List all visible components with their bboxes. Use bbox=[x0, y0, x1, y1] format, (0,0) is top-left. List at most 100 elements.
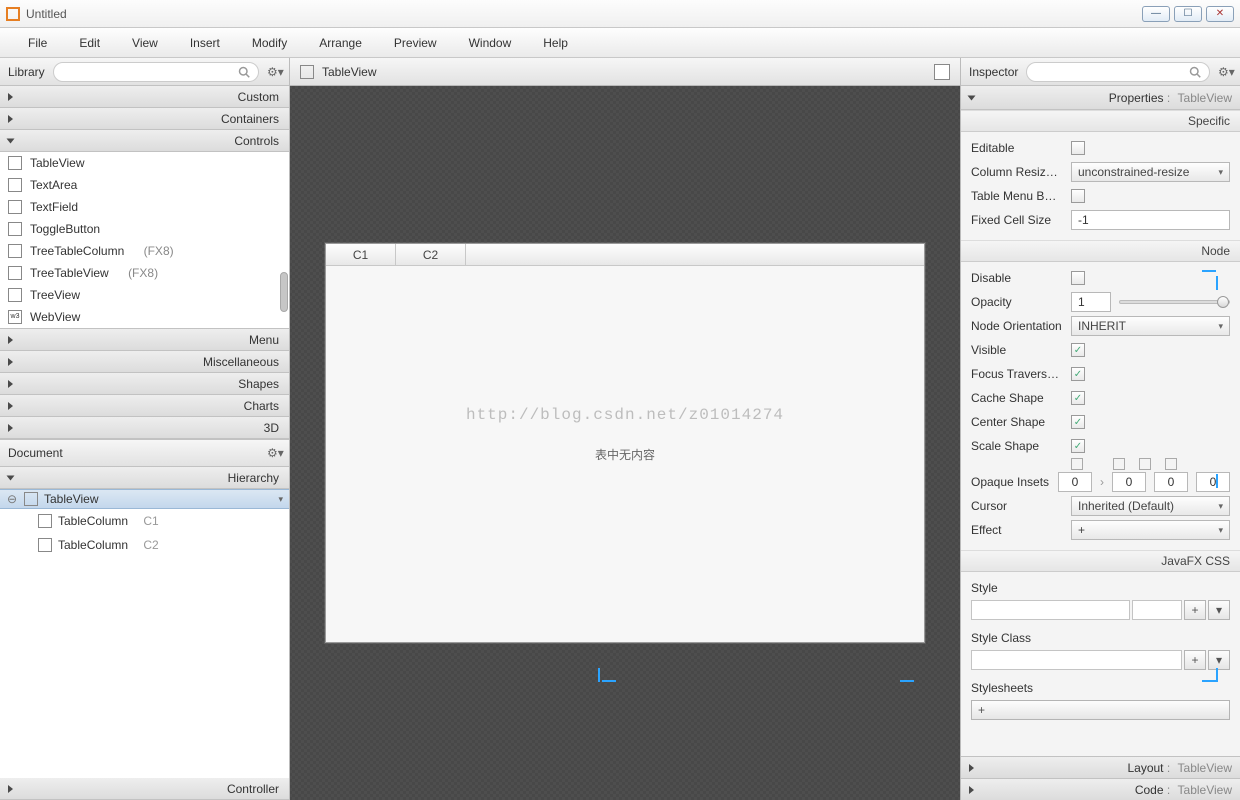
document-section-controller[interactable]: Controller bbox=[0, 778, 289, 800]
library-section-shapes[interactable]: Shapes bbox=[0, 373, 289, 395]
library-section-controls[interactable]: Controls bbox=[0, 130, 289, 152]
inspector-search[interactable] bbox=[1026, 62, 1210, 82]
menu-preview[interactable]: Preview bbox=[378, 30, 453, 56]
opaque-bottom-input[interactable]: 0 bbox=[1154, 472, 1188, 492]
prop-effect-label: Effect bbox=[971, 523, 1063, 537]
center-panel: TableView C1 C2 bbox=[290, 58, 960, 800]
breadcrumb[interactable]: TableView bbox=[322, 65, 376, 79]
prop-cursor-select[interactable]: Inherited (Default) bbox=[1071, 496, 1230, 516]
empty-placeholder: 表中无内容 bbox=[595, 446, 655, 463]
menu-modify[interactable]: Modify bbox=[236, 30, 303, 56]
prop-scaleshape-checkbox[interactable]: ✓ bbox=[1071, 439, 1085, 453]
prop-cacheshape-checkbox[interactable]: ✓ bbox=[1071, 391, 1085, 405]
prop-columnresize-select[interactable]: unconstrained-resize bbox=[1071, 162, 1230, 182]
library-item-treetableview[interactable]: TreeTableView (FX8) bbox=[0, 262, 289, 284]
selection-handle[interactable] bbox=[1216, 276, 1218, 290]
menu-edit[interactable]: Edit bbox=[63, 30, 116, 56]
document-section-hierarchy[interactable]: Hierarchy bbox=[0, 467, 289, 489]
style-key-input[interactable] bbox=[971, 600, 1130, 620]
prop-opacity-input[interactable]: 1 bbox=[1071, 292, 1111, 312]
prop-disable-checkbox[interactable] bbox=[1071, 271, 1085, 285]
prop-effect-select[interactable]: + bbox=[1071, 520, 1230, 540]
selection-handle[interactable] bbox=[602, 680, 616, 682]
selection-handle[interactable] bbox=[1202, 680, 1216, 682]
library-header: Library ⚙▾ bbox=[0, 58, 289, 86]
close-button[interactable]: ✕ bbox=[1206, 6, 1234, 22]
inspector-menu-icon[interactable]: ⚙▾ bbox=[1218, 65, 1232, 79]
prop-editable-checkbox[interactable] bbox=[1071, 141, 1085, 155]
document-title: Document bbox=[8, 446, 63, 460]
textfield-icon bbox=[8, 200, 22, 214]
library-item-treeview[interactable]: TreeView bbox=[0, 284, 289, 306]
tree-child-c2[interactable]: TableColumn C2 bbox=[0, 533, 289, 557]
prop-opacity-slider[interactable] bbox=[1119, 300, 1230, 304]
prop-centershape-checkbox[interactable]: ✓ bbox=[1071, 415, 1085, 429]
tree-child-c1[interactable]: TableColumn C1 bbox=[0, 509, 289, 533]
menu-insert[interactable]: Insert bbox=[174, 30, 236, 56]
minimize-button[interactable]: — bbox=[1142, 6, 1170, 22]
style-menu-button[interactable]: ▾ bbox=[1208, 600, 1230, 620]
styleclass-add-button[interactable]: + bbox=[1184, 650, 1206, 670]
inspector-layout-header[interactable]: Layout : TableView bbox=[961, 756, 1240, 778]
menu-arrange[interactable]: Arrange bbox=[303, 30, 378, 56]
menu-window[interactable]: Window bbox=[453, 30, 528, 56]
library-item-treetablecolumn[interactable]: TreeTableColumn (FX8) bbox=[0, 240, 289, 262]
tableview-icon bbox=[24, 492, 38, 506]
selection-handle[interactable] bbox=[1216, 474, 1218, 488]
selection-handle[interactable] bbox=[900, 680, 914, 682]
library-section-3d[interactable]: 3D bbox=[0, 417, 289, 439]
maximize-button[interactable]: ☐ bbox=[1174, 6, 1202, 22]
prop-orientation-select[interactable]: INHERIT bbox=[1071, 316, 1230, 336]
column-c2[interactable]: C2 bbox=[396, 244, 466, 265]
library-item-textfield[interactable]: TextField bbox=[0, 196, 289, 218]
selection-handle[interactable] bbox=[1216, 668, 1218, 682]
library-section-charts[interactable]: Charts bbox=[0, 395, 289, 417]
menu-view[interactable]: View bbox=[116, 30, 174, 56]
styleclass-menu-button[interactable]: ▾ bbox=[1208, 650, 1230, 670]
library-section-misc[interactable]: Miscellaneous bbox=[0, 351, 289, 373]
menu-help[interactable]: Help bbox=[527, 30, 584, 56]
library-item-togglebutton[interactable]: ToggleButton bbox=[0, 218, 289, 240]
opaque-right-input[interactable]: 0 bbox=[1112, 472, 1146, 492]
selection-handle[interactable] bbox=[1202, 270, 1216, 272]
prop-fixedcell-input[interactable]: -1 bbox=[1071, 210, 1230, 230]
prop-fixedcell-label: Fixed Cell Size bbox=[971, 213, 1063, 227]
prop-focus-checkbox[interactable]: ✓ bbox=[1071, 367, 1085, 381]
style-add-button[interactable]: + bbox=[1184, 600, 1206, 620]
library-item-tableview[interactable]: TableView bbox=[0, 152, 289, 174]
collapse-icon[interactable]: ⊖ bbox=[6, 492, 18, 506]
stylesheets-add-button[interactable]: + bbox=[971, 700, 1230, 720]
library-section-menu[interactable]: Menu bbox=[0, 329, 289, 351]
prop-tablemenu-checkbox[interactable] bbox=[1071, 189, 1085, 203]
document-icon[interactable] bbox=[934, 64, 950, 80]
library-item-textarea[interactable]: TextArea bbox=[0, 174, 289, 196]
library-section-containers[interactable]: Containers bbox=[0, 108, 289, 130]
prop-opaque-label: Opaque Insets bbox=[971, 475, 1050, 489]
inspector-properties-header[interactable]: Properties : TableView bbox=[961, 86, 1240, 110]
library-menu-icon[interactable]: ⚙▾ bbox=[267, 65, 281, 79]
inspector-code-header[interactable]: Code : TableView bbox=[961, 778, 1240, 800]
library-scrollbar[interactable] bbox=[280, 272, 288, 312]
selection-handle[interactable] bbox=[598, 668, 600, 682]
library-search[interactable] bbox=[53, 62, 259, 82]
library-section-custom[interactable]: Custom bbox=[0, 86, 289, 108]
menu-file[interactable]: File bbox=[12, 30, 63, 56]
design-canvas[interactable]: C1 C2 http://blog.csdn.net/z01014274 表中无… bbox=[290, 86, 960, 800]
prop-centershape-label: Center Shape bbox=[971, 415, 1063, 429]
column-c1[interactable]: C1 bbox=[326, 244, 396, 265]
tableview-preview[interactable]: C1 C2 http://blog.csdn.net/z01014274 表中无… bbox=[325, 243, 925, 643]
section-javafxcss: JavaFX CSS bbox=[961, 550, 1240, 572]
prop-focus-label: Focus Travers… bbox=[971, 367, 1063, 381]
styleclass-input[interactable] bbox=[971, 650, 1182, 670]
link-toggle[interactable] bbox=[1071, 458, 1083, 470]
library-item-webview[interactable]: w3WebView bbox=[0, 306, 289, 328]
link-toggle[interactable] bbox=[1113, 458, 1125, 470]
link-toggle[interactable] bbox=[1165, 458, 1177, 470]
document-menu-icon[interactable]: ⚙▾ bbox=[267, 446, 281, 460]
tree-root-tableview[interactable]: ⊖ TableView bbox=[0, 489, 289, 509]
style-value-input[interactable] bbox=[1132, 600, 1182, 620]
opaque-left-input[interactable]: 0 bbox=[1196, 472, 1230, 492]
prop-visible-checkbox[interactable]: ✓ bbox=[1071, 343, 1085, 357]
opaque-top-input[interactable]: 0 bbox=[1058, 472, 1092, 492]
link-toggle[interactable] bbox=[1139, 458, 1151, 470]
